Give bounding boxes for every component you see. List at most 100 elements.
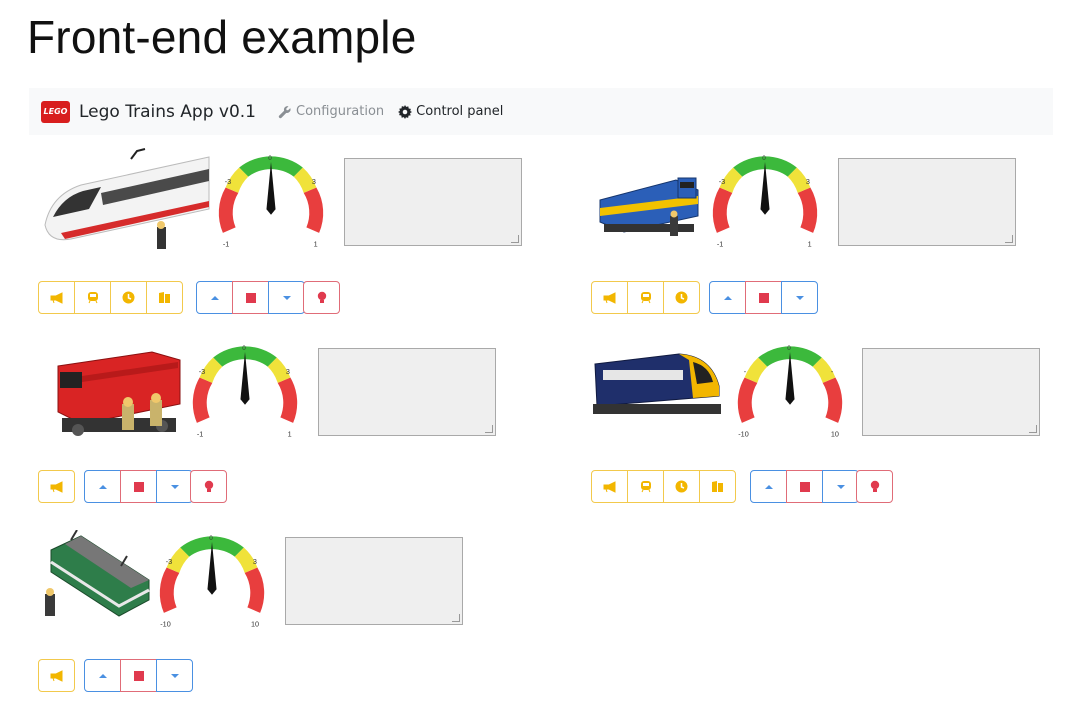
- function-button-group: [38, 281, 183, 314]
- lightbulb-icon: [317, 291, 326, 303]
- stop-button[interactable]: [232, 281, 269, 314]
- door-icon: [158, 292, 170, 303]
- train-image: [599, 177, 699, 236]
- megaphone-icon: [50, 480, 62, 493]
- horn-button[interactable]: [38, 659, 75, 692]
- gauge-label-max: 10: [831, 429, 839, 438]
- stop-button[interactable]: [120, 659, 157, 692]
- light-button-group: [856, 470, 893, 503]
- log-textarea[interactable]: [285, 537, 463, 625]
- horn-button[interactable]: [38, 470, 75, 503]
- nav-link-label: Control panel: [416, 104, 504, 119]
- caret-down-icon: [795, 295, 804, 300]
- caret-down-icon: [170, 484, 179, 489]
- speed-down-button[interactable]: [268, 281, 305, 314]
- wagon-button[interactable]: [627, 281, 664, 314]
- clock-button[interactable]: [663, 281, 700, 314]
- wrench-icon: [278, 105, 291, 118]
- light-button[interactable]: [303, 281, 340, 314]
- speed-down-button[interactable]: [781, 281, 818, 314]
- nav-link-control-panel[interactable]: Control panel: [398, 104, 503, 119]
- caret-down-icon: [836, 484, 845, 489]
- function-button-group: [38, 470, 75, 503]
- light-button-group: [190, 470, 227, 503]
- gauge-label-max: 1: [314, 239, 318, 248]
- horn-button[interactable]: [591, 281, 628, 314]
- gauge-label-min: -1: [717, 239, 723, 248]
- speed-down-button[interactable]: [822, 470, 859, 503]
- clock-icon: [675, 291, 688, 304]
- speed-gauge: -1 -3 0 3 1: [712, 155, 818, 248]
- gauge-label-low: -3: [166, 557, 172, 566]
- wagon-button[interactable]: [627, 470, 664, 503]
- train-image: [45, 530, 150, 617]
- light-button[interactable]: [190, 470, 227, 503]
- gauge-label-max: 1: [808, 239, 812, 248]
- gauge-label-zero: 0: [242, 345, 246, 352]
- log-textarea[interactable]: [318, 348, 496, 436]
- stop-button[interactable]: [120, 470, 157, 503]
- caret-down-icon: [282, 295, 291, 300]
- lego-logo[interactable]: LEGO: [41, 100, 70, 123]
- log-textarea[interactable]: [344, 158, 522, 246]
- train-image: [593, 353, 721, 414]
- speed-gauge: -10 -3 0 3 10: [159, 535, 265, 628]
- lightbulb-icon: [870, 480, 879, 492]
- navbar: LEGO Lego Trains App v0.1 Configuration …: [29, 88, 1053, 135]
- gauge-label-high: 3: [312, 177, 316, 186]
- function-button-group: [38, 659, 75, 692]
- log-textarea[interactable]: [862, 348, 1040, 436]
- speed-down-button[interactable]: [156, 470, 193, 503]
- speed-button-group: [84, 659, 193, 692]
- wagon-button[interactable]: [74, 281, 111, 314]
- gauge-label-zero: 0: [762, 155, 766, 162]
- megaphone-icon: [50, 291, 62, 304]
- stop-button[interactable]: [786, 470, 823, 503]
- logo-text: LEGO: [43, 107, 68, 116]
- speed-up-button[interactable]: [84, 470, 121, 503]
- gauge-label-zero: 0: [787, 345, 791, 352]
- nav-link-label: Configuration: [296, 104, 385, 119]
- speed-button-group: [750, 470, 859, 503]
- train-icon: [640, 481, 651, 493]
- nav-link-configuration[interactable]: Configuration: [278, 104, 384, 119]
- clock-button[interactable]: [663, 470, 700, 503]
- horn-button[interactable]: [591, 470, 628, 503]
- clock-icon: [675, 480, 688, 493]
- function-button-group: [591, 470, 736, 503]
- horn-button[interactable]: [38, 281, 75, 314]
- train-image: [57, 351, 181, 436]
- speed-gauge: -1 -3 0 3 1: [218, 155, 324, 248]
- speed-gauge: -10 - 0 - 10: [737, 345, 843, 438]
- megaphone-icon: [603, 480, 615, 493]
- gauge-label-zero: 0: [268, 155, 272, 162]
- clock-button[interactable]: [110, 281, 147, 314]
- clock-icon: [122, 291, 135, 304]
- stop-button[interactable]: [745, 281, 782, 314]
- gauge-label-min: -1: [223, 239, 229, 248]
- stop-icon: [133, 481, 144, 492]
- log-textarea[interactable]: [838, 158, 1016, 246]
- stop-icon: [758, 292, 769, 303]
- train-icon: [87, 292, 98, 304]
- door-button[interactable]: [146, 281, 183, 314]
- speed-up-button[interactable]: [196, 281, 233, 314]
- door-button[interactable]: [699, 470, 736, 503]
- caret-up-icon: [98, 673, 107, 678]
- caret-up-icon: [98, 484, 107, 489]
- gauge-label-high: 3: [253, 557, 257, 566]
- train-image: [44, 148, 210, 249]
- speed-up-button[interactable]: [709, 281, 746, 314]
- lightbulb-icon: [204, 480, 213, 492]
- speed-gauge: -1 -3 0 3 1: [192, 345, 298, 438]
- brand-name[interactable]: Lego Trains App v0.1: [79, 102, 256, 122]
- speed-up-button[interactable]: [84, 659, 121, 692]
- stop-icon: [799, 481, 810, 492]
- speed-up-button[interactable]: [750, 470, 787, 503]
- gauge-label-zero: 0: [209, 535, 213, 542]
- speed-down-button[interactable]: [156, 659, 193, 692]
- light-button-group: [303, 281, 340, 314]
- light-button[interactable]: [856, 470, 893, 503]
- gauge-label-min: -10: [738, 429, 748, 438]
- door-icon: [711, 481, 723, 492]
